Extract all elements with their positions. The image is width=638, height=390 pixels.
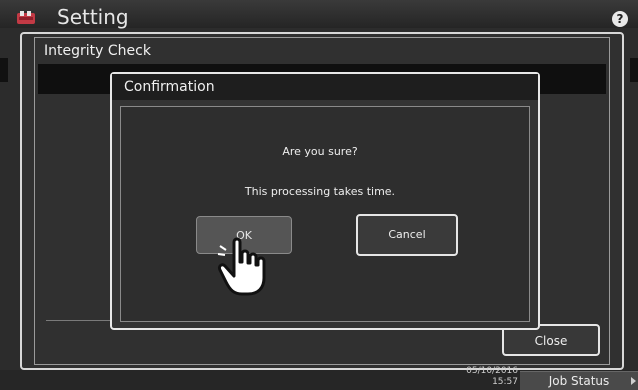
settings-app-icon [17,11,35,24]
cancel-button[interactable]: Cancel [356,214,458,256]
hand-pointer-icon [217,237,266,296]
app-header: Setting ? [0,0,638,28]
app-title: Setting [57,5,129,29]
dialog-message-info: This processing takes time. [244,185,396,198]
date-time: 05/10/2016 15:57 [452,366,518,388]
screen: Setting ? Integrity Check Close 05/10/20… [0,0,638,390]
question-icon[interactable]: ? [612,11,628,27]
dialog-message-question: Are you sure? [282,145,358,158]
dialog-title: Confirmation [124,79,215,95]
confirmation-dialog: Confirmation [110,72,540,330]
footer-date: 05/10/2016 [466,366,518,376]
footer-time: 15:57 [492,377,518,387]
dialog-header: Confirmation [112,74,538,100]
panel-title: Integrity Check [44,43,151,59]
job-status-label: Job Status [548,374,610,388]
job-status-button[interactable]: Job Status [520,371,638,390]
left-edge [0,58,8,82]
arrow-right-icon [631,377,636,385]
right-edge [630,58,638,82]
dialog-body [120,106,530,322]
